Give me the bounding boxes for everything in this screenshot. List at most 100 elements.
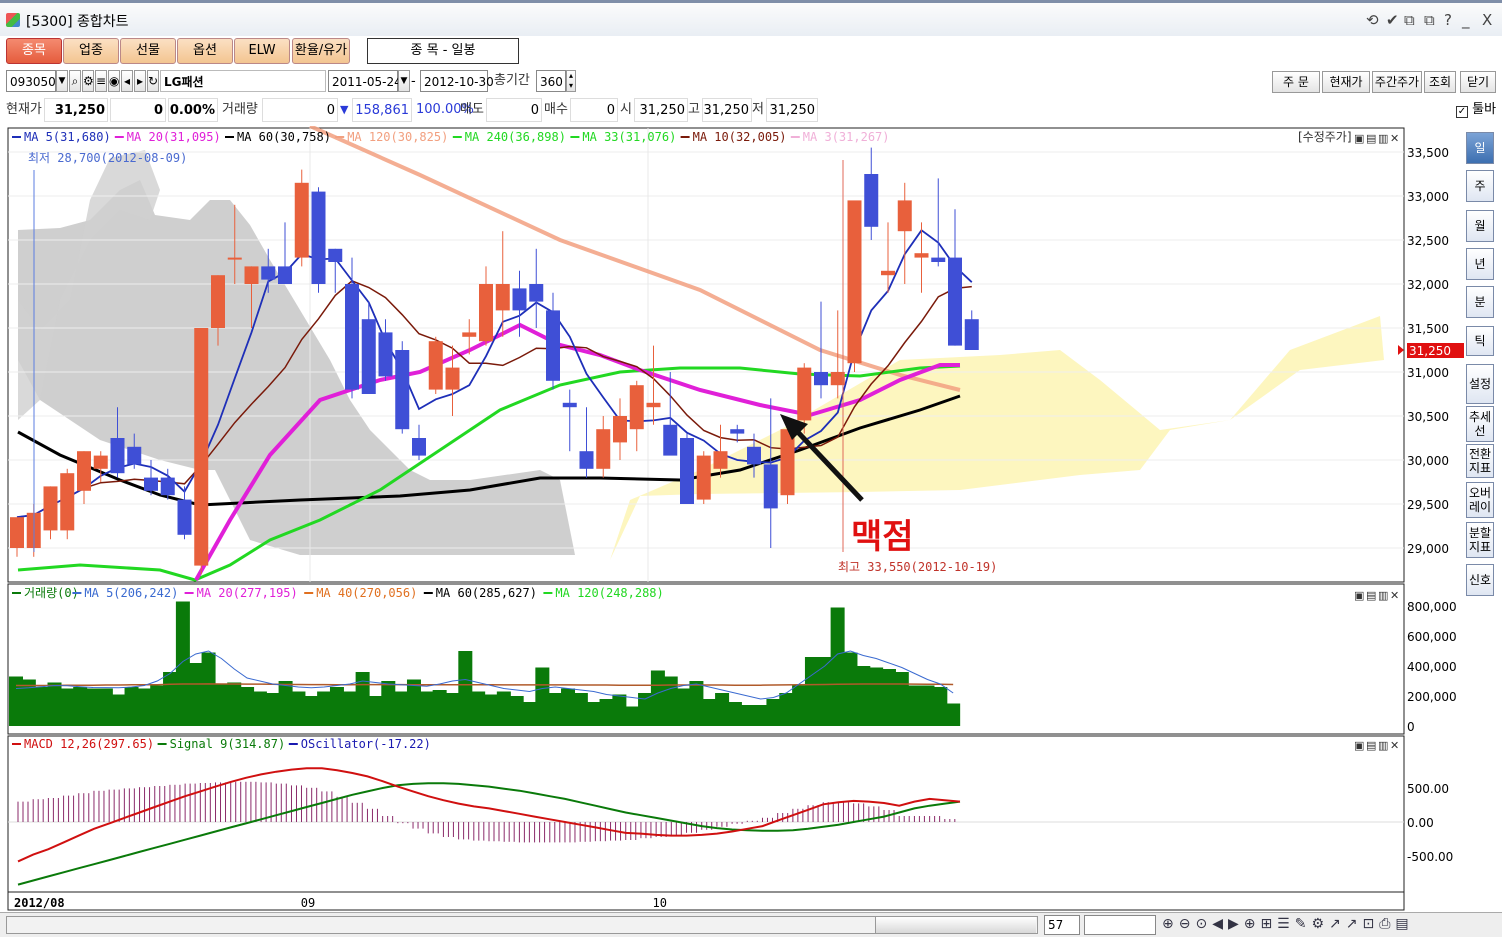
query-toolbar: 093050 ▼ ⌕ ⚙ ≡ ◉ ◂ ▸ ↻ LG패션 2011-05-24 ▼… [0,70,1502,96]
price-legend-item: MA 33(31,076) [582,130,676,144]
panel-control-icon: ▤ [1366,132,1376,145]
eye-icon[interactable]: ◉ [108,70,120,92]
toolbar-toggle[interactable]: ✓ 툴바 [1456,98,1496,122]
volume-tick-label: 600,000 [1407,630,1457,644]
checkbox-icon[interactable]: ✓ [1456,106,1468,118]
code-dropdown-icon[interactable]: ▼ [56,70,68,92]
volume-bar [265,693,280,726]
volume-bar [599,699,614,726]
volume-bar [304,696,319,726]
chart-tools-icons[interactable]: ⊕⊖⊙◀▶⊕⊞☰✎⚙↗↗⊡⎙▤ [1162,916,1414,932]
candle-body [931,257,946,262]
axis-labels: 2012/08 09 10 [7,891,1405,911]
tab-futures[interactable]: 선물 [120,38,176,64]
count-stepper[interactable]: ▴ ▾ [566,70,576,92]
check-icon[interactable]: ✔ [1386,11,1399,29]
sidebar-settings[interactable]: 설정 [1466,364,1494,404]
end-date-input[interactable]: 2012-10-30 [420,70,494,92]
volume-bar [894,672,909,726]
low-label: 저 [752,102,764,117]
tab-fx-oil[interactable]: 환율/유가 [292,38,350,64]
query-button[interactable]: 조회 [1424,71,1456,93]
sidebar-tick[interactable]: 틱 [1466,326,1494,356]
chart-scrollbar[interactable] [6,916,1038,934]
volume-bar [214,684,229,726]
close-icon[interactable]: X [1482,11,1492,29]
volume-label: 거래량 [222,102,258,117]
sidebar-yearly[interactable]: 년 [1466,248,1494,280]
volume-bar [150,685,165,726]
volume-bar [47,682,62,726]
current-price-button[interactable]: 현재가 [1322,71,1370,93]
price-legend-item: MA 120(30,825) [347,130,448,144]
sidebar-daily[interactable]: 일 [1466,132,1494,164]
volume-bar [573,693,588,726]
date-axis-label: 10 [653,896,667,910]
zoom-input[interactable]: 57 [1044,915,1080,935]
volume-bar [702,699,717,726]
minimize-icon[interactable]: _ [1462,11,1470,29]
sidebar-overlay[interactable]: 오버레이 [1466,482,1494,518]
buy-value: 0 [570,98,618,122]
start-date-input[interactable]: 2011-05-24 [328,70,402,92]
stock-chart[interactable]: 33,500 33,000 32,500 32,000 31,500 31,000 30,5… [0,126,1466,912]
candle-body [948,257,962,346]
volume-tick-label: 200,000 [1407,690,1457,704]
window-icon[interactable]: ⧉ [1424,11,1435,29]
sidebar-split[interactable]: 분할지표 [1466,522,1494,558]
order-button[interactable]: 주 문 [1272,71,1320,93]
candle-body [864,174,879,227]
help-icon[interactable]: ? [1444,11,1452,29]
period-selector[interactable]: 종 목 - 일봉 [367,38,519,64]
candle-body [77,451,91,491]
sidebar-trendline[interactable]: 추세선 [1466,406,1494,442]
refresh-icon[interactable]: ⟲ [1366,11,1379,29]
volume-bar [869,667,884,726]
candle-body [227,257,242,260]
code-input[interactable]: 093050 [6,70,56,92]
search-icon[interactable]: ⌕ [69,70,81,92]
volume-bar [715,693,730,726]
count-input[interactable]: 360 [536,70,566,92]
volume-legend-item: 거래량(0) [24,586,79,600]
tab-stock[interactable]: 종목 [6,38,62,64]
copy-icon[interactable]: ⧉ [1404,11,1415,29]
macd-legend-item: MACD 12,26(297.65) [24,737,154,751]
tab-sector[interactable]: 업종 [63,38,119,64]
sidebar-monthly[interactable]: 월 [1466,210,1494,242]
settings-icon[interactable]: ⚙ [82,70,94,92]
volume-bar [522,702,537,726]
start-date-dropdown-icon[interactable]: ▼ [398,70,410,92]
volume-bar [753,705,768,726]
price-tick-label: 33,000 [1407,190,1449,204]
volume-bar [394,691,409,726]
prev-icon[interactable]: ◂ [121,70,133,92]
volume-bar [676,688,691,726]
sidebar-weekly[interactable]: 주 [1466,170,1494,202]
panel-control-icon: ✕ [1390,132,1399,145]
next-icon[interactable]: ▸ [134,70,146,92]
panel-control-icon: ▣ [1354,132,1364,145]
volume-bar [830,607,845,726]
weekly-price-button[interactable]: 주간주가 [1372,71,1422,93]
sidebar-conversion[interactable]: 전환지표 [1466,444,1494,478]
zoom-slider[interactable] [1084,915,1156,935]
tab-elw[interactable]: ELW [234,38,290,64]
volume-bar [368,696,383,726]
trade-amount: 158,861 [352,98,412,122]
volume-bar [843,652,858,726]
sync-icon[interactable]: ↻ [147,70,159,92]
sidebar-signal[interactable]: 신호 [1466,564,1494,596]
buy-label: 매수 [544,102,568,117]
candle-body [479,284,493,342]
volume-bar [458,651,473,726]
volume-tick-label: 400,000 [1407,660,1457,674]
tab-options[interactable]: 옵션 [177,38,233,64]
price-panel: 33,500 33,000 32,500 32,000 31,500 31,000 30,5… [7,126,1464,583]
current-price-label: 31,250 [1409,344,1451,358]
sidebar-minute[interactable]: 분 [1466,286,1494,318]
scrollbar-thumb[interactable] [875,917,1036,933]
list-icon[interactable]: ≡ [95,70,107,92]
date-axis-label: 09 [301,896,315,910]
close-button[interactable]: 닫기 [1460,71,1496,93]
